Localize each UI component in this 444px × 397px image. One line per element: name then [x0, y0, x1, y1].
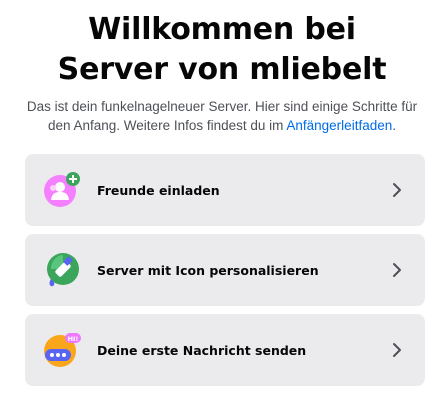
chevron-right-icon — [393, 183, 401, 197]
welcome-title-line2: Server von mliebelt — [57, 52, 387, 87]
invite-friends-card[interactable]: Freunde einladen — [25, 154, 425, 226]
welcome-subtitle-end: . — [392, 118, 396, 133]
hi-badge-text: HI! — [68, 335, 79, 343]
welcome-screen: Willkommen bei Server von mliebelt Das i… — [0, 0, 444, 397]
personalize-server-card[interactable]: Server mit Icon personalisieren — [25, 234, 425, 306]
personalize-server-icon — [47, 253, 79, 287]
chevron-right-icon — [393, 343, 401, 357]
personalize-server-label: Server mit Icon personalisieren — [97, 262, 319, 278]
invite-friends-icon — [44, 172, 80, 207]
send-message-icon: HI! — [44, 333, 81, 367]
chevron-right-icon — [393, 263, 401, 277]
send-message-card[interactable]: HI! Deine erste Nachricht senden — [25, 314, 425, 386]
invite-friends-label: Freunde einladen — [97, 182, 220, 198]
send-message-label: Deine erste Nachricht senden — [97, 342, 307, 358]
welcome-title-line1: Willkommen bei — [88, 12, 356, 47]
welcome-title: Willkommen bei Server von mliebelt — [0, 10, 444, 90]
beginners-guide-link[interactable]: Anfängerleitfaden — [286, 118, 392, 133]
welcome-subtitle: Das ist dein funkelnagelneuer Server. Hi… — [20, 97, 424, 135]
